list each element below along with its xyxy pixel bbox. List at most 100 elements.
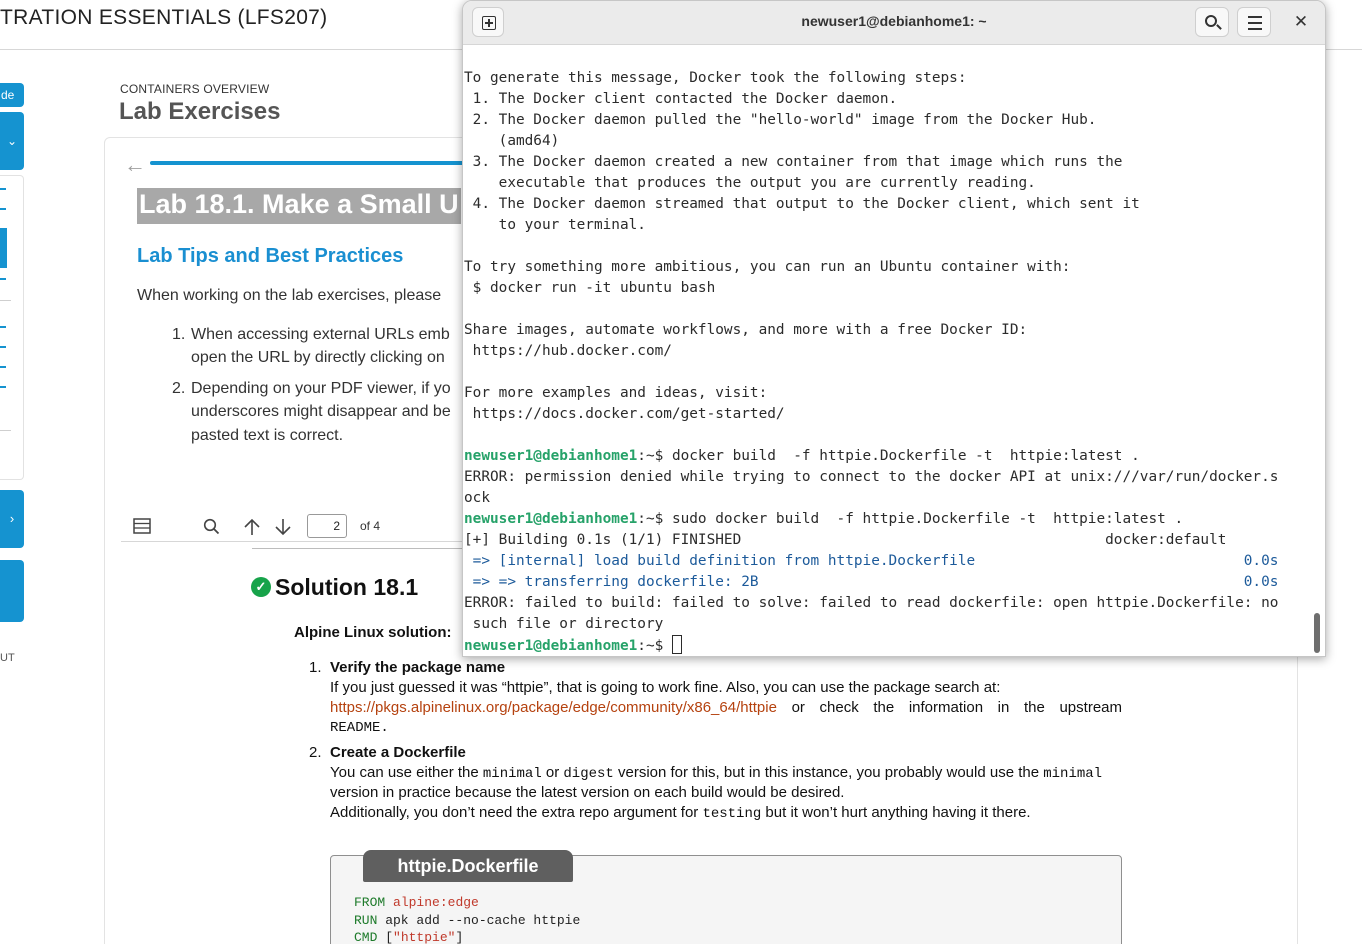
code-line: RUN apk add --no-cache httpie	[354, 913, 580, 928]
code-text: ]	[455, 930, 464, 944]
terminal-line: 3. The Docker daemon created a new conta…	[464, 154, 1123, 170]
arrow-up-icon[interactable]	[243, 518, 261, 541]
step-fragment: but it won’t hurt anything having it the…	[761, 804, 1031, 821]
terminal-output[interactable]: To generate this message, Docker took th…	[464, 46, 1312, 656]
tip-text: underscores might disappear and be	[191, 403, 451, 420]
terminal-line: 1. The Docker client contacted the Docke…	[464, 91, 898, 107]
tip-number: 2.	[172, 380, 186, 397]
close-icon[interactable]: ✕	[1289, 11, 1313, 35]
terminal-line: executable that produces the output you …	[464, 175, 1036, 191]
terminal-line: For more examples and ideas, visit:	[464, 385, 768, 401]
tip-text: pasted text is correct.	[191, 427, 344, 444]
prompt-suffix: :~$	[637, 511, 672, 527]
prompt-suffix: :~$	[637, 638, 672, 654]
terminal-line: To generate this message, Docker took th…	[464, 70, 967, 86]
code-keyword: FROM	[354, 895, 386, 910]
terminal-command-line: newuser1@debianhome1:~$ sudo docker buil…	[464, 509, 1312, 530]
step-word: in	[997, 699, 1010, 716]
rail-outline-item[interactable]	[0, 278, 6, 280]
step-fragment: version for this, but in this instance, …	[613, 764, 1044, 781]
command-text: sudo docker build -f httpie.Dockerfile -…	[671, 511, 1184, 527]
step-title: Create a Dockerfile	[330, 744, 466, 761]
rail-outline-item-active[interactable]	[0, 228, 7, 268]
step-text: You can use either the minimal or digest…	[330, 764, 1102, 782]
terminal-line: $ docker run -it ubuntu bash	[464, 280, 716, 296]
rail-outline-item[interactable]	[0, 366, 6, 368]
step-code: minimal	[1043, 766, 1103, 782]
code-text: apk add --no-cache httpie	[377, 913, 581, 928]
terminal-build-step: => [internal] load build definition from…	[464, 553, 1279, 569]
prompt-user: newuser1@debianhome1	[464, 448, 638, 464]
terminal-build-step: => => transferring dockerfile: 2B 0.0s	[464, 574, 1279, 590]
terminal-line: to your terminal.	[464, 217, 646, 233]
arrow-left-icon[interactable]: ←	[124, 152, 146, 178]
terminal-titlebar[interactable]: newuser1@debianhome1: ~ ✕	[463, 1, 1325, 45]
code-text: [	[377, 930, 394, 944]
terminal-search-button[interactable]	[1195, 7, 1229, 37]
tip-text: Depending on your PDF viewer, if yo	[191, 380, 451, 397]
search-icon[interactable]	[203, 518, 220, 540]
terminal-line: such file or directory	[464, 616, 664, 632]
rail-outline-item[interactable]	[0, 386, 6, 388]
step-title: Verify the package name	[330, 659, 506, 676]
rail-next-button[interactable]: ›	[0, 490, 24, 548]
progress-bar	[150, 161, 480, 165]
rail-expand-button[interactable]: ⌄	[0, 112, 24, 170]
code-string: alpine:edge	[393, 895, 479, 910]
step-fragment: You can use either the	[330, 764, 483, 781]
pdf-toolbar	[121, 511, 481, 542]
terminal-command-line: newuser1@debianhome1:~$ docker build -f …	[464, 446, 1312, 467]
terminal-line: https://hub.docker.com/	[464, 343, 672, 359]
pdf-page-input[interactable]	[307, 514, 347, 538]
terminal-line: ock	[464, 490, 490, 506]
step-word: check	[819, 699, 859, 716]
step-code: testing	[702, 806, 762, 822]
step-word: or	[791, 699, 805, 716]
terminal-line: https://docs.docker.com/get-started/	[464, 406, 785, 422]
tips-heading: Lab Tips and Best Practices	[137, 245, 404, 267]
terminal-cursor	[671, 635, 682, 654]
step-code: minimal	[482, 766, 542, 782]
pdf-page-total: of 4	[360, 519, 381, 533]
rail-divider	[0, 300, 11, 301]
terminal-scrollbar[interactable]	[1314, 613, 1320, 653]
code-line: FROM alpine:edge	[354, 895, 479, 910]
step-fragment: Additionally, you don’t need the extra r…	[330, 804, 703, 821]
step-text: version in practice because the latest v…	[330, 784, 845, 801]
chevron-down-icon: ⌄	[6, 134, 18, 148]
left-rail: de ⌄ › UT	[0, 80, 26, 680]
tip-number: 1.	[172, 326, 186, 343]
solution-title: Solution 18.1	[275, 574, 419, 600]
terminal-menu-button[interactable]	[1237, 7, 1271, 37]
rail-outline-item[interactable]	[0, 208, 6, 210]
check-circle-icon: ✓	[251, 577, 271, 597]
terminal-line: 2. The Docker daemon pulled the "hello-w…	[464, 112, 1097, 128]
terminal-command-line[interactable]: newuser1@debianhome1:~$	[464, 635, 1312, 656]
sidebar-toggle-icon[interactable]	[133, 518, 151, 539]
command-text: docker build -f httpie.Dockerfile -t htt…	[671, 448, 1140, 464]
step-text: Additionally, you don’t need the extra r…	[330, 804, 1031, 822]
terminal-line: [+] Building 0.1s (1/1) FINISHED docker:…	[464, 532, 1227, 548]
arrow-down-icon[interactable]	[274, 518, 292, 541]
step-word: information	[908, 699, 984, 716]
rail-outline-item[interactable]	[0, 188, 6, 190]
step-number: 2.	[309, 744, 322, 761]
terminal-window[interactable]: newuser1@debianhome1: ~ ✕ To generate th…	[462, 0, 1326, 657]
step-word: the	[1023, 699, 1045, 716]
lab-heading: Lab 18.1. Make a Small U	[137, 188, 461, 224]
step-code: digest	[563, 766, 614, 782]
terminal-line: 4. The Docker daemon streamed that outpu…	[464, 196, 1140, 212]
prompt-suffix: :~$	[637, 448, 672, 464]
step-text: If you just guessed it was “httpie”, tha…	[330, 679, 1001, 696]
terminal-line: ERROR: permission denied while trying to…	[464, 469, 1279, 485]
rail-divider	[0, 430, 11, 431]
rail-top-button[interactable]: de	[0, 83, 24, 107]
alpine-package-link[interactable]: https://pkgs.alpinelinux.org/package/edg…	[330, 699, 777, 716]
rail-outline-item[interactable]	[0, 326, 6, 328]
rail-action-button[interactable]	[0, 560, 24, 622]
rail-out-label: UT	[0, 652, 15, 664]
rail-outline-item[interactable]	[0, 346, 6, 348]
tips-intro: When working on the lab exercises, pleas…	[137, 287, 442, 304]
